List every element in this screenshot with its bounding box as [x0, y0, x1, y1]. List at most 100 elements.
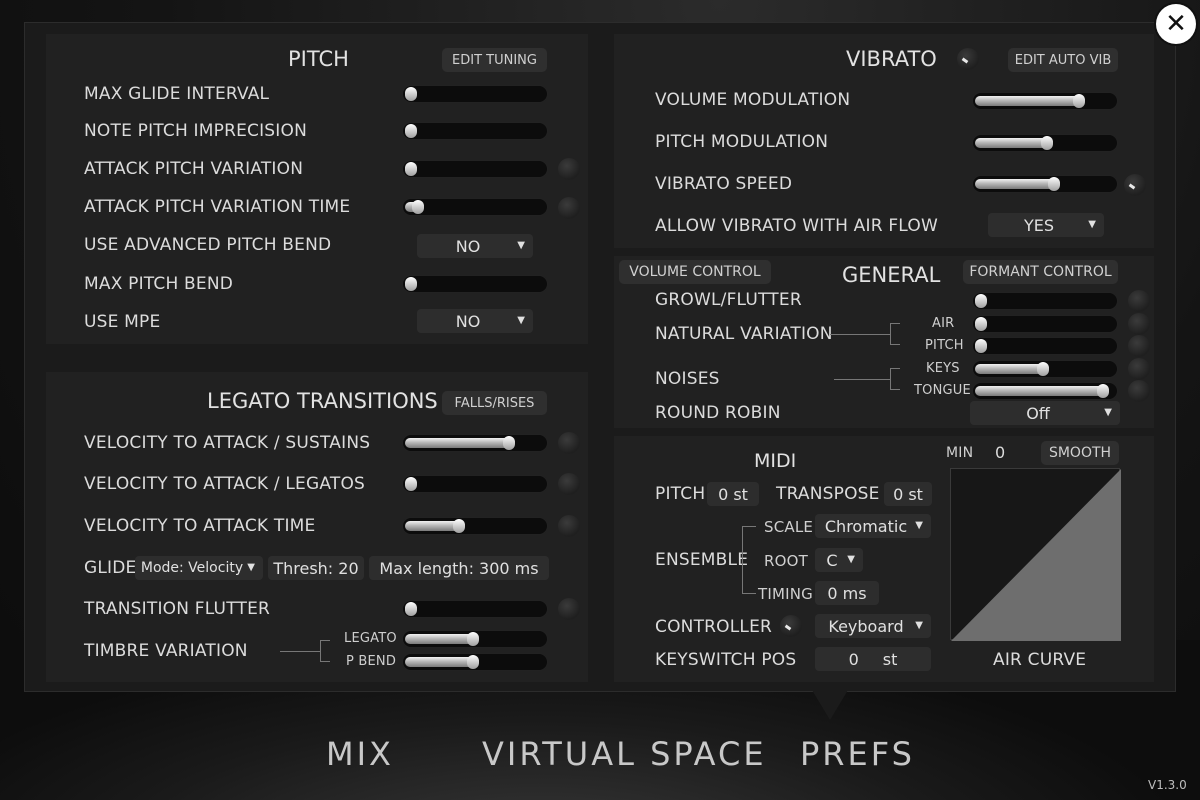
use-advanced-pitch-bend-dropdown[interactable]: NO ▼ — [417, 234, 533, 258]
nav-virtual-space[interactable]: VIRTUAL SPACE — [482, 735, 767, 773]
slider-thumb[interactable] — [975, 339, 987, 353]
use-advanced-pitch-bend-label: USE ADVANCED PITCH BEND — [84, 235, 332, 255]
scale-dropdown[interactable]: Chromatic ▼ — [815, 514, 931, 538]
glide-mode-dropdown[interactable]: Mode: Velocity ▼ — [135, 556, 263, 580]
vibrato-title: VIBRATO — [846, 47, 937, 71]
attack-pitch-variation-slider[interactable] — [402, 160, 548, 178]
timing-field[interactable]: 0 ms — [815, 581, 879, 605]
air-sublabel: AIR — [932, 316, 955, 331]
edit-auto-vib-button[interactable]: EDIT AUTO VIB — [1008, 48, 1118, 72]
general-pitch-knob[interactable] — [1128, 335, 1150, 357]
slider-thumb[interactable] — [975, 317, 987, 331]
controller-dropdown[interactable]: Keyboard ▼ — [815, 614, 931, 638]
glide-thresh-field[interactable]: Thresh: 20 — [268, 556, 364, 580]
attack-pitch-variation-time-knob[interactable] — [558, 197, 580, 219]
nav-prefs[interactable]: PREFS — [800, 735, 915, 773]
timbre-legato-slider[interactable] — [402, 630, 548, 648]
attack-pitch-variation-time-slider[interactable] — [402, 198, 548, 216]
general-pitch-slider[interactable] — [972, 337, 1118, 355]
slider-thumb[interactable] — [467, 655, 479, 669]
pitch-title: PITCH — [288, 47, 349, 71]
slider-thumb[interactable] — [405, 162, 417, 176]
ensemble-bracket — [742, 526, 756, 594]
slider-thumb[interactable] — [1097, 384, 1109, 398]
volume-control-button[interactable]: VOLUME CONTROL — [619, 260, 771, 284]
version-label: V1.3.0 — [1148, 778, 1187, 792]
falls-rises-button[interactable]: FALLS/RISES — [442, 391, 547, 415]
vibrato-knob[interactable] — [957, 48, 979, 70]
vibrato-speed-knob[interactable] — [1124, 174, 1146, 196]
slider-thumb[interactable] — [405, 477, 417, 491]
velocity-to-attack-legatos-slider[interactable] — [402, 475, 548, 493]
growl-flutter-slider[interactable] — [972, 292, 1118, 310]
pitch-modulation-slider[interactable] — [972, 134, 1118, 152]
transition-flutter-knob[interactable] — [558, 598, 580, 620]
keyswitch-value: 0 — [848, 649, 859, 669]
round-robin-label: ROUND ROBIN — [655, 403, 781, 423]
slider-thumb[interactable] — [975, 294, 987, 308]
round-robin-dropdown[interactable]: Off ▼ — [970, 401, 1120, 425]
transpose-field[interactable]: 0 st — [884, 482, 932, 506]
tongue-knob[interactable] — [1128, 380, 1150, 402]
noises-bracket — [890, 368, 900, 390]
attack-pitch-variation-knob[interactable] — [558, 158, 580, 180]
velocity-to-attack-sustains-slider[interactable] — [402, 434, 548, 452]
air-curve-graph[interactable] — [950, 468, 1121, 641]
air-slider[interactable] — [972, 315, 1118, 333]
ensemble-label: ENSEMBLE — [655, 550, 749, 570]
noises-connector — [834, 379, 890, 380]
slider-thumb[interactable] — [405, 87, 417, 101]
allow-vibrato-dropdown[interactable]: YES ▼ — [988, 213, 1104, 237]
glide-max-length-field[interactable]: Max length: 300 ms — [369, 556, 549, 580]
slider-thumb[interactable] — [412, 200, 424, 214]
slider-thumb[interactable] — [1037, 362, 1049, 376]
allow-vibrato-air-flow-label: ALLOW VIBRATO WITH AIR FLOW — [655, 216, 938, 236]
smooth-button[interactable]: SMOOTH — [1041, 441, 1119, 465]
max-pitch-bend-slider[interactable] — [402, 275, 548, 293]
note-pitch-imprecision-slider[interactable] — [402, 122, 548, 140]
nav-mix[interactable]: MIX — [326, 735, 394, 773]
growl-flutter-knob[interactable] — [1128, 290, 1150, 312]
timbre-pbend-slider[interactable] — [402, 653, 548, 671]
slider-fill — [975, 138, 1051, 148]
slider-thumb[interactable] — [453, 519, 465, 533]
vibrato-speed-slider[interactable] — [972, 175, 1118, 193]
max-glide-interval-slider[interactable] — [402, 85, 548, 103]
use-mpe-label: USE MPE — [84, 312, 161, 332]
scale-label: SCALE — [764, 518, 814, 536]
slider-thumb[interactable] — [405, 602, 417, 616]
noises-label: NOISES — [655, 369, 720, 389]
slider-thumb[interactable] — [405, 277, 417, 291]
midi-pitch-field[interactable]: 0 st — [707, 482, 759, 506]
timing-label: TIMING — [758, 585, 813, 603]
slider-thumb[interactable] — [1041, 136, 1053, 150]
volume-modulation-slider[interactable] — [972, 92, 1118, 110]
slider-fill — [975, 96, 1083, 106]
formant-control-button[interactable]: FORMANT CONTROL — [963, 260, 1118, 284]
velocity-to-attack-legatos-knob[interactable] — [558, 473, 580, 495]
edit-tuning-button[interactable]: EDIT TUNING — [442, 48, 547, 72]
transition-flutter-slider[interactable] — [402, 600, 548, 618]
transition-flutter-label: TRANSITION FLUTTER — [84, 599, 271, 619]
root-dropdown[interactable]: C ▼ — [815, 548, 863, 572]
use-mpe-dropdown[interactable]: NO ▼ — [417, 309, 533, 333]
slider-thumb[interactable] — [405, 124, 417, 138]
tongue-slider[interactable] — [972, 382, 1118, 400]
keyswitch-pos-field[interactable]: 0 st — [815, 647, 931, 671]
slider-thumb[interactable] — [503, 436, 515, 450]
slider-thumb[interactable] — [467, 632, 479, 646]
min-value[interactable]: 0 — [995, 443, 1005, 462]
controller-knob[interactable] — [780, 615, 802, 637]
air-knob[interactable] — [1128, 313, 1150, 335]
velocity-to-attack-sustains-knob[interactable] — [558, 432, 580, 454]
keys-slider[interactable] — [972, 360, 1118, 378]
velocity-to-attack-time-knob[interactable] — [558, 515, 580, 537]
velocity-to-attack-time-slider[interactable] — [402, 517, 548, 535]
slider-thumb[interactable] — [1073, 94, 1085, 108]
chevron-down-icon: ▼ — [517, 240, 525, 251]
slider-thumb[interactable] — [1048, 177, 1060, 191]
close-button[interactable]: ✕ — [1156, 4, 1196, 44]
min-label: MIN — [946, 445, 974, 461]
legato-sublabel: LEGATO — [344, 631, 397, 646]
keys-knob[interactable] — [1128, 358, 1150, 380]
